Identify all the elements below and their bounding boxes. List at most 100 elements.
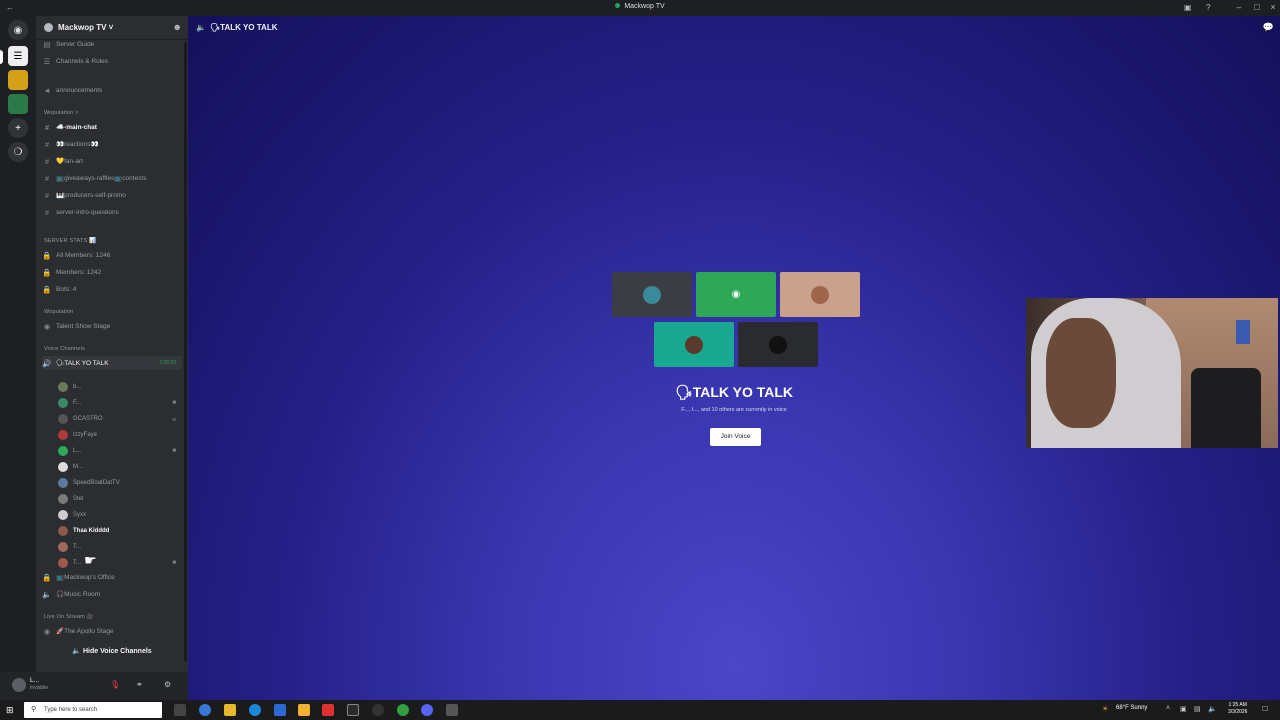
server-guide-item[interactable]: ▤ Server Guide	[42, 37, 182, 51]
explore-icon[interactable]: ❍	[8, 142, 28, 162]
stat-all-members[interactable]: 🔒 All Members: 1246	[42, 248, 182, 262]
close-button[interactable]: ×	[1266, 2, 1280, 12]
voice-user[interactable]: IzzyFaye	[58, 428, 182, 442]
channel-sidebar: Mackwop TV ˅ ☻ ▤ Server Guide ☰ Channels &…	[36, 16, 188, 672]
server-guide-label: Server Guide	[56, 40, 95, 48]
selected-server-indicator	[0, 50, 3, 64]
help-icon[interactable]: ?	[1206, 3, 1216, 12]
mackwop-server-icon[interactable]: ☰	[8, 46, 28, 66]
voice-channel-office[interactable]: 🔒 📺Mackwop's Office	[42, 570, 182, 584]
gear-icon[interactable]: ⚙	[164, 680, 171, 689]
channel-giveaways[interactable]: # 📺giveaways-raffles📺contests	[42, 171, 182, 185]
voice-user[interactable]: GCASTRO ⌀	[58, 412, 182, 426]
obs-icon[interactable]	[372, 704, 384, 716]
app-icon[interactable]	[199, 704, 211, 716]
weather-text[interactable]: 68°F Sunny	[1116, 705, 1147, 711]
hide-voice-label: Hide Voice Channels	[82, 648, 152, 655]
voice-user[interactable]: Thaa Kidddd	[58, 524, 182, 538]
app-icon[interactable]	[274, 704, 286, 716]
category-wopulation[interactable]: Wopulation ˅	[44, 110, 79, 116]
maximize-button[interactable]: □	[1250, 2, 1264, 12]
voice-channel-talk-yo-talk[interactable]: 🔊 🗣TALK YO TALK 2:26:33	[42, 356, 182, 370]
voice-user[interactable]: SpeedBoatDatTV	[58, 476, 182, 490]
voice-user[interactable]: L... ■	[58, 444, 182, 458]
channel-producers[interactable]: # 🎹producers-self-promo	[42, 188, 182, 202]
task-view-icon[interactable]	[174, 704, 186, 716]
voice-user[interactable]: M...	[58, 460, 182, 474]
app-icon[interactable]	[446, 704, 458, 716]
avatar	[58, 398, 68, 408]
participant-tile[interactable]	[612, 272, 692, 317]
channel-label: 💛fan-art	[56, 158, 83, 165]
category-voice-channels[interactable]: Voice Channels	[44, 346, 85, 352]
category-server-stats[interactable]: SERVER STATS 📊	[44, 238, 96, 244]
channel-announcements[interactable]: ◄ announcements	[42, 83, 182, 97]
camera-icon: ■	[172, 560, 176, 566]
taskbar-search[interactable]: ⚲ Type here to search	[24, 702, 162, 718]
server-icon-2[interactable]	[8, 70, 28, 90]
chrome-icon[interactable]	[397, 704, 409, 716]
channel-reactions[interactable]: # 👀reactions👀	[42, 137, 182, 151]
discord-taskbar-icon[interactable]	[421, 704, 433, 716]
webcam-overlay	[1026, 298, 1278, 448]
inbox-icon[interactable]: ▣	[1184, 3, 1194, 12]
participant-tile[interactable]	[738, 322, 818, 367]
voice-user[interactable]: T... ■	[58, 556, 182, 570]
stage-apollo[interactable]: ◉ 🚀The Apollo Stage	[42, 624, 182, 638]
avatar[interactable]	[12, 678, 26, 692]
voice-user[interactable]: Stel	[58, 492, 182, 506]
stat-bots[interactable]: 🔒 Bots: 4	[42, 282, 182, 296]
app-icon[interactable]	[298, 704, 310, 716]
edge-icon[interactable]	[249, 704, 261, 716]
category-live-on-stream[interactable]: Live On Stream 🎥	[44, 614, 94, 620]
server-name-text: Mackwop TV	[58, 23, 107, 32]
voice-user-name: SpeedBoatDatTV	[73, 480, 120, 486]
category-label: Live On Stream 🎥	[44, 614, 94, 620]
stage-talent-show[interactable]: ◉ Talent Show Stage	[42, 319, 182, 333]
voice-user[interactable]: Syxx	[58, 508, 182, 522]
taskbar-clock[interactable]: 1:25 AM 3/3/2026	[1228, 702, 1247, 716]
hide-voice-channels-button[interactable]: 🔈 Hide Voice Channels	[36, 644, 188, 660]
avatar	[58, 382, 68, 392]
discord-home-icon[interactable]: ◉	[8, 20, 28, 40]
volume-icon[interactable]: 🔈	[1208, 705, 1217, 713]
invite-people-icon[interactable]: ☻	[173, 22, 182, 32]
avatar	[58, 510, 68, 520]
participant-tile[interactable]	[780, 272, 860, 317]
participant-tile[interactable]	[654, 322, 734, 367]
app-icon[interactable]	[347, 704, 359, 716]
tray-chevron-icon[interactable]: ˄	[1166, 705, 1170, 712]
channel-intro-questions[interactable]: # server-intro-questions	[42, 205, 182, 219]
voice-channel-label: 🗣TALK YO TALK	[56, 360, 109, 367]
network-icon[interactable]: ▤	[1194, 705, 1201, 713]
tray-icon[interactable]: ▣	[1180, 705, 1187, 713]
hash-icon: #	[44, 173, 50, 183]
headphones-icon[interactable]: ⚭	[136, 680, 143, 689]
voice-user-name: M...	[73, 464, 83, 470]
notification-icon[interactable]: ☐	[1262, 705, 1268, 713]
channels-roles-icon: ☰	[43, 56, 51, 66]
add-server-icon[interactable]: +	[8, 118, 28, 138]
app-icon[interactable]	[322, 704, 334, 716]
stat-members[interactable]: 🔒 Members: 1242	[42, 265, 182, 279]
voice-user-name: Thaa Kidddd	[73, 528, 110, 534]
voice-user[interactable]: b...	[58, 380, 182, 394]
participant-tile[interactable]: ◉	[696, 272, 776, 317]
voice-user[interactable]: F... ■	[58, 396, 182, 410]
avatar	[58, 526, 68, 536]
sidebar-scrollbar[interactable]	[184, 42, 187, 662]
mute-mic-icon[interactable]: 🎙	[110, 680, 120, 689]
channel-fan-art[interactable]: # 💛fan-art	[42, 154, 182, 168]
chat-bubble-icon[interactable]: 💬	[1263, 22, 1274, 33]
server-icon-3[interactable]	[8, 94, 28, 114]
minimize-button[interactable]: –	[1232, 2, 1246, 12]
voice-channel-music[interactable]: 🔈 🎧Music Room	[42, 587, 182, 601]
server-guide-icon: ▤	[43, 39, 51, 49]
join-voice-button[interactable]: Join Voice	[710, 428, 761, 446]
file-explorer-icon[interactable]	[224, 704, 236, 716]
channels-roles-item[interactable]: ☰ Channels & Roles	[42, 54, 182, 68]
channel-main-chat[interactable]: # ☁️-main-chat	[42, 120, 182, 134]
windows-start-icon[interactable]: ⊞	[6, 705, 14, 716]
category-wopulation-2[interactable]: Wopulation	[44, 309, 73, 315]
voice-user[interactable]: T...	[58, 540, 182, 554]
